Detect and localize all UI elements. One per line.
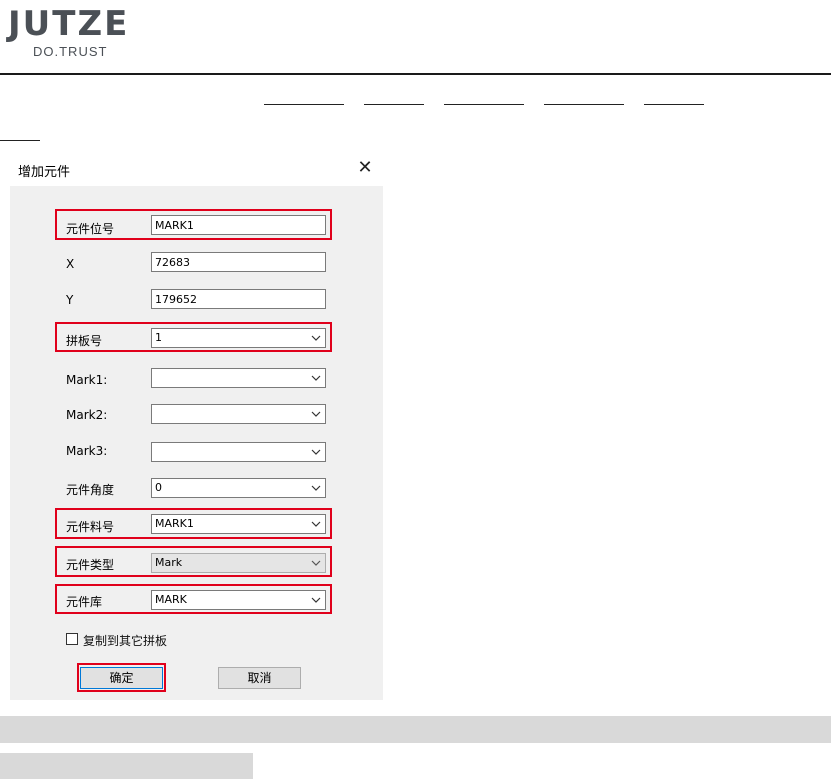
mark3-select[interactable] xyxy=(151,442,326,462)
library-select[interactable]: MARK xyxy=(151,590,326,610)
part-no-select[interactable]: MARK1 xyxy=(151,514,326,534)
header-divider xyxy=(0,73,831,75)
short-underline xyxy=(0,140,40,141)
copy-to-panels-checkbox[interactable] xyxy=(66,633,78,645)
ref-label: 元件位号 xyxy=(66,222,115,236)
copy-to-panels-label: 复制到其它拼板 xyxy=(83,634,168,648)
link-underline-4[interactable] xyxy=(544,104,624,105)
type-select[interactable]: Mark xyxy=(151,553,326,573)
y-input[interactable] xyxy=(151,289,326,309)
part-no-select-value: MARK1 xyxy=(155,517,194,530)
chevron-down-icon xyxy=(311,375,321,381)
link-underline-5[interactable] xyxy=(644,104,704,105)
link-underline-1[interactable] xyxy=(264,104,344,105)
angle-select[interactable]: 0 xyxy=(151,478,326,498)
library-select-value: MARK xyxy=(155,593,187,606)
mark1-label: Mark1: xyxy=(66,373,108,387)
ok-button[interactable]: 确定 xyxy=(80,667,163,689)
link-underline-3[interactable] xyxy=(444,104,524,105)
part-no-label: 元件料号 xyxy=(66,520,115,534)
chevron-down-icon xyxy=(311,597,321,603)
type-select-value: Mark xyxy=(155,556,183,569)
cancel-button[interactable]: 取消 xyxy=(218,667,301,689)
close-icon[interactable]: ✕ xyxy=(355,158,375,178)
type-label: 元件类型 xyxy=(66,558,115,572)
library-label: 元件库 xyxy=(66,595,103,609)
mark3-label: Mark3: xyxy=(66,444,108,458)
panel-select-value: 1 xyxy=(155,331,162,344)
mark2-select[interactable] xyxy=(151,404,326,424)
angle-select-value: 0 xyxy=(155,481,162,494)
gray-bar-1 xyxy=(0,716,831,743)
panel-select[interactable]: 1 xyxy=(151,328,326,348)
add-component-dialog: 增加元件 ✕ 元件位号 X Y 拼板号 1 Mark1: Mark2: Mark… xyxy=(10,152,383,700)
ref-input[interactable] xyxy=(151,215,326,235)
chevron-down-icon xyxy=(311,335,321,341)
x-input[interactable] xyxy=(151,252,326,272)
chevron-down-icon xyxy=(311,521,321,527)
chevron-down-icon xyxy=(311,449,321,455)
chevron-down-icon xyxy=(311,485,321,491)
jutze-logo: JUTZE DO.TRUST xyxy=(8,4,143,59)
logo-tagline: DO.TRUST xyxy=(33,44,108,59)
mark2-label: Mark2: xyxy=(66,408,108,422)
angle-label: 元件角度 xyxy=(66,483,115,497)
link-underline-2[interactable] xyxy=(364,104,424,105)
logo-brand: JUTZE xyxy=(8,4,130,44)
mark1-select[interactable] xyxy=(151,368,326,388)
x-label: X xyxy=(66,257,75,271)
dialog-title: 增加元件 xyxy=(18,165,71,180)
dialog-titlebar: 增加元件 ✕ xyxy=(10,152,383,186)
gray-bar-2 xyxy=(0,753,253,779)
y-label: Y xyxy=(66,293,74,307)
panel-label: 拼板号 xyxy=(66,334,103,348)
chevron-down-icon xyxy=(311,560,321,566)
chevron-down-icon xyxy=(311,411,321,417)
